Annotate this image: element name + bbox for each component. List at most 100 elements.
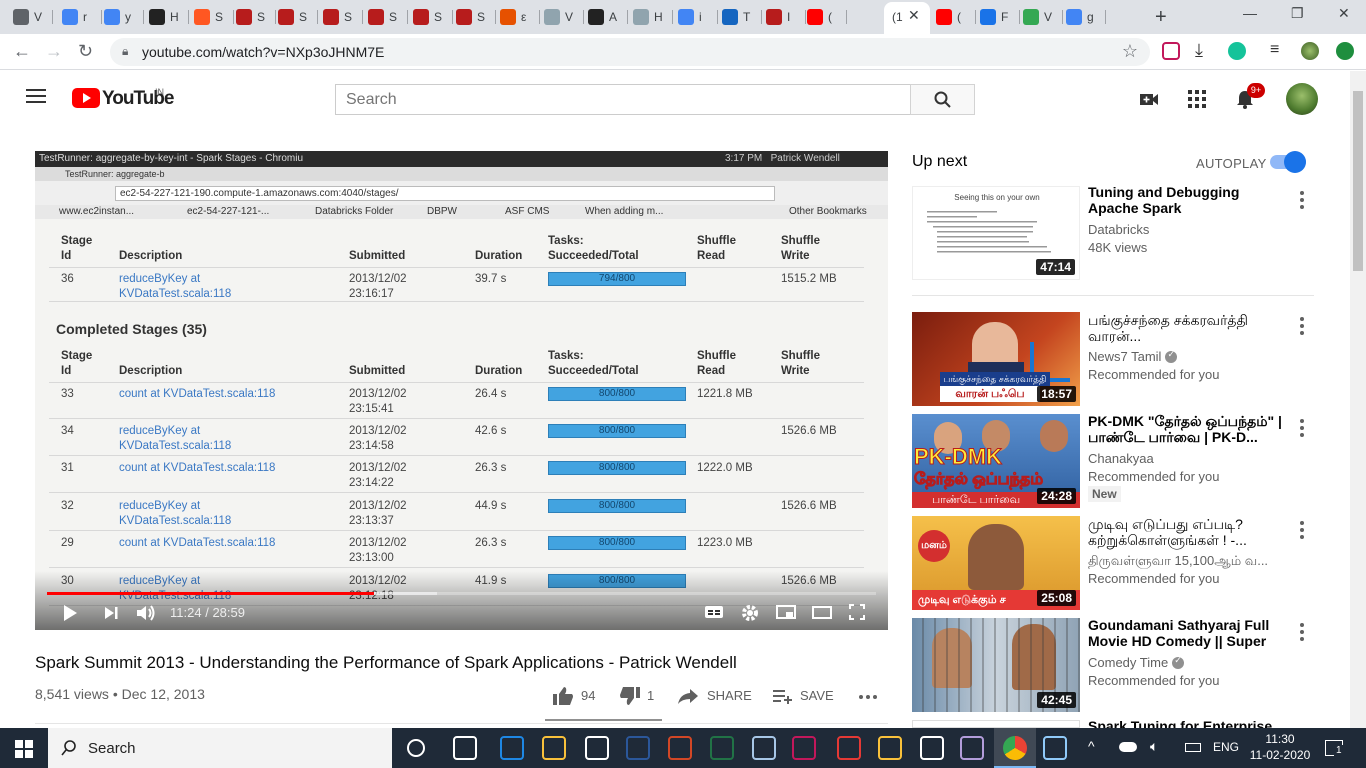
bookmark-star-icon[interactable]: ☆ — [1122, 41, 1138, 62]
download-icon[interactable]: ⤓ — [1195, 40, 1203, 61]
recommended-video-title[interactable]: Goundamani Sathyaraj Full Movie HD Comed… — [1088, 617, 1288, 651]
browser-tab[interactable] — [719, 5, 741, 29]
browser-tab[interactable] — [59, 5, 81, 29]
miniplayer-icon[interactable] — [775, 603, 797, 621]
next-video-icon[interactable] — [103, 603, 119, 623]
create-video-icon[interactable] — [1139, 89, 1159, 109]
browser-tab[interactable] — [1020, 5, 1042, 29]
edge-icon[interactable] — [500, 736, 524, 760]
play-icon[interactable] — [61, 603, 79, 623]
sticky-notes-icon[interactable] — [752, 736, 776, 760]
scrollbar-thumb[interactable] — [1353, 91, 1363, 271]
share-icon[interactable] — [677, 686, 699, 706]
browser-tab[interactable] — [804, 5, 826, 29]
like-count[interactable]: 94 — [581, 688, 595, 703]
channel-name[interactable]: News7 Tamil — [1088, 349, 1178, 364]
recommended-video-title[interactable]: Tuning and Debugging Apache Spark — [1088, 184, 1288, 216]
more-options-icon[interactable] — [1300, 623, 1304, 644]
task-view-icon[interactable] — [453, 736, 477, 760]
recommended-video-title[interactable]: Spark Tuning for Enterprise — [1088, 718, 1288, 728]
like-icon[interactable] — [552, 686, 574, 706]
more-options-icon[interactable] — [1300, 419, 1304, 440]
browser-tab[interactable] — [497, 5, 519, 29]
taskbar-search[interactable]: Search — [48, 728, 392, 768]
extension-update-icon[interactable] — [1336, 42, 1354, 60]
more-options-icon[interactable] — [1300, 521, 1304, 542]
close-tab-icon[interactable]: ✕ — [908, 7, 920, 24]
grammarly-extension-icon[interactable] — [1228, 42, 1246, 60]
dislike-count[interactable]: 1 — [647, 688, 654, 703]
minimize-icon[interactable]: — — [1243, 5, 1257, 21]
intellij-icon[interactable] — [792, 736, 816, 760]
page-scrollbar[interactable] — [1350, 71, 1366, 728]
browser-tab[interactable] — [191, 5, 213, 29]
recommended-video-title[interactable]: PK-DMK "தேர்தல் ஒப்பந்தம்" | பாண்டே பார்… — [1088, 413, 1288, 447]
paint-icon[interactable] — [1043, 736, 1067, 760]
subtitles-icon[interactable] — [704, 603, 724, 621]
address-url[interactable]: youtube.com/watch?v=NXp3oJHNM7E — [142, 44, 384, 60]
recommended-video-title[interactable]: பங்குச்சந்தை சக்கரவர்த்தி வாரன்... — [1088, 312, 1288, 346]
browser-tab[interactable] — [146, 5, 168, 29]
browser-tab[interactable] — [10, 5, 32, 29]
volume-icon[interactable]: 🔈︎ — [1150, 738, 1158, 755]
browser-tab[interactable] — [630, 5, 652, 29]
pocket-extension-icon[interactable] — [1162, 42, 1180, 60]
search-box[interactable] — [335, 84, 911, 115]
battery-icon[interactable] — [1185, 743, 1201, 752]
more-options-icon[interactable] — [1300, 191, 1304, 212]
discord-icon[interactable] — [960, 736, 984, 760]
browser-tab[interactable] — [585, 5, 607, 29]
file-explorer-icon[interactable] — [542, 736, 566, 760]
language-indicator[interactable]: ENG — [1213, 740, 1239, 754]
address-bar[interactable]: 🔒︎ youtube.com/watch?v=NXp3oJHNM7E ☆ — [110, 38, 1150, 66]
browser-tab[interactable] — [977, 5, 999, 29]
hamburger-menu-icon[interactable] — [26, 89, 46, 107]
search-button[interactable] — [910, 84, 975, 115]
channel-name[interactable]: Chanakyaa — [1088, 451, 1154, 466]
forward-arrow-icon[interactable]: → — [45, 41, 63, 62]
browser-tab[interactable] — [101, 5, 123, 29]
browser-tab[interactable] — [933, 5, 955, 29]
search-input[interactable] — [336, 85, 910, 114]
account-avatar[interactable] — [1286, 83, 1318, 115]
volume-icon[interactable] — [135, 603, 157, 623]
close-window-icon[interactable]: ✕ — [1338, 5, 1350, 22]
onedrive-icon[interactable] — [1119, 742, 1137, 752]
browser-tab[interactable] — [763, 5, 785, 29]
cortana-icon[interactable] — [407, 739, 425, 757]
browser-tab[interactable] — [275, 5, 297, 29]
clapper-icon[interactable] — [920, 736, 944, 760]
browser-tab[interactable] — [675, 5, 697, 29]
video-player[interactable]: TestRunner: aggregate-by-key-int - Spark… — [35, 151, 888, 630]
puzzle-app-icon[interactable] — [878, 736, 902, 760]
progress-bar[interactable] — [47, 592, 876, 595]
taskbar-search-label[interactable]: Search — [88, 740, 136, 757]
browser-tab[interactable] — [453, 5, 475, 29]
channel-name[interactable]: Databricks — [1088, 222, 1149, 237]
fullscreen-icon[interactable] — [848, 603, 866, 621]
active-tab[interactable]: (1 ✕ — [884, 2, 930, 34]
new-tab-button[interactable]: + — [1155, 6, 1167, 29]
video-thumbnail[interactable]: PK-DMK தேர்தல் ஒப்பந்தம் பாண்டே பார்வை 2… — [912, 414, 1080, 508]
dislike-icon[interactable] — [619, 686, 641, 706]
browser-tab[interactable] — [541, 5, 563, 29]
clock[interactable]: 11:30 11-02-2020 — [1249, 731, 1311, 763]
mail-icon[interactable] — [585, 736, 609, 760]
powerpoint-icon[interactable] — [668, 736, 692, 760]
excel-icon[interactable] — [710, 736, 734, 760]
save-button[interactable]: SAVE — [800, 688, 834, 703]
youtube-logo-icon[interactable] — [72, 88, 100, 108]
browser-tab[interactable] — [233, 5, 255, 29]
profile-avatar[interactable] — [1301, 42, 1319, 60]
apps-grid-icon[interactable] — [1187, 89, 1207, 109]
browser-tab[interactable] — [320, 5, 342, 29]
more-actions-icon[interactable] — [858, 694, 878, 700]
video-thumbnail[interactable]: பங்குச்சந்தை சக்கரவர்த்தி வாரன் பஃபெ 18:… — [912, 312, 1080, 406]
video-thumbnail[interactable]: Seeing this on your own 47:14 — [912, 186, 1080, 280]
word-icon[interactable] — [626, 736, 650, 760]
channel-name[interactable]: திருவள்ளுவா 15,100ஆம் வ... — [1088, 553, 1268, 570]
acrobat-icon[interactable] — [837, 736, 861, 760]
recommended-video-title[interactable]: முடிவு எடுப்பது எப்படி? கற்றுக்கொள்ளுங்க… — [1088, 516, 1288, 550]
share-button[interactable]: SHARE — [707, 688, 752, 703]
browser-tab[interactable] — [365, 5, 387, 29]
